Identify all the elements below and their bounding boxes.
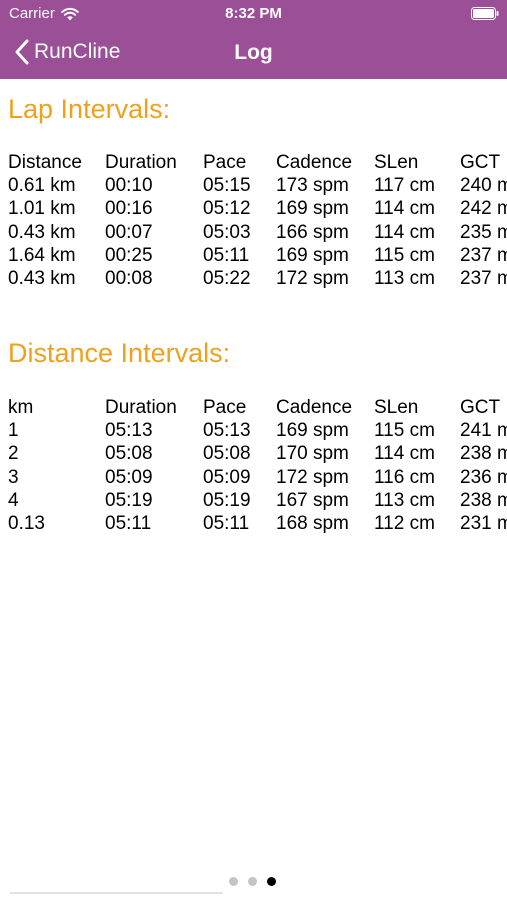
table-cell: 05:11 [203,512,250,534]
table-cell: 05:13 [105,420,153,442]
table-cell: 0.43 km [8,221,76,243]
column-header: SLen [374,397,419,418]
status-time: 8:32 PM [225,5,282,22]
table-cell: 236 ms [460,466,507,488]
table-cell: 05:15 [203,175,251,197]
page-dot[interactable] [248,877,257,886]
table-cell: 05:22 [203,267,251,289]
column-header: Cadence [276,397,353,418]
table-cell: 05:13 [203,420,251,442]
table-cell: 05:08 [105,443,153,465]
table-cell: 113 cm [374,267,435,289]
table-cell: 114 cm [374,198,435,220]
column-header: GCT [460,152,501,173]
table-cell: 05:11 [105,512,152,534]
table-cell: 170 spm [276,443,349,465]
table-cell: 0.61 km [8,175,76,197]
column-header: GCT [460,397,501,418]
table-cell: 237 ms [460,267,507,289]
table-cell: 114 cm [374,221,435,243]
table-cell: 173 spm [276,175,349,197]
table-cell: 169 spm [276,420,349,442]
table-cell: 2 [8,443,19,465]
table-cell: 117 cm [374,175,435,197]
column-header: Pace [203,397,247,418]
table-cell: 00:10 [105,175,153,197]
table-cell: 237 ms [460,244,507,266]
table-cell: 1.01 km [8,198,76,220]
table-cell: 05:09 [105,466,153,488]
column-header: Distance [8,152,82,173]
table-cell: 05:19 [203,489,251,511]
table-cell: 172 spm [276,466,349,488]
table-cell: 4 [8,489,19,511]
column-header: Cadence [276,152,353,173]
lap-intervals-title: Lap Intervals: [8,94,171,124]
table-cell: 114 cm [374,443,435,465]
table-cell: 0.43 km [8,267,76,289]
column-header: km [8,397,34,418]
distance-intervals-title: Distance Intervals: [8,338,231,368]
table-cell: 05:12 [203,198,251,220]
page-title: Log [234,41,273,64]
table-cell: 1.64 km [8,244,76,266]
table-cell: 115 cm [374,420,435,442]
table-cell: 168 spm [276,512,349,534]
column-header: Pace [203,152,247,173]
table-cell: 00:25 [105,244,153,266]
column-header: SLen [374,152,419,173]
status-bar: Carrier 8:32 PM [0,0,507,28]
table-cell: 169 spm [276,198,349,220]
table-cell: 112 cm [374,512,435,534]
table-cell: 3 [8,466,19,488]
header: Carrier 8:32 PM RunCline Log [0,0,507,79]
table-cell: 238 ms [460,489,507,511]
table-cell: 00:08 [105,267,153,289]
table-cell: 166 spm [276,221,349,243]
table-cell: 115 cm [374,244,435,266]
column-header: Duration [105,152,177,173]
table-cell: 1 [8,420,19,442]
table-cell: 05:03 [203,221,251,243]
page-dot-current[interactable] [267,877,276,886]
page-dot[interactable] [229,877,238,886]
table-cell: 167 spm [276,489,349,511]
scroll-indicator [10,892,223,894]
table-cell: 241 ms [460,420,507,442]
table-cell: 0.13 [8,512,45,534]
table-cell: 169 spm [276,244,349,266]
table-cell: 116 cm [374,466,435,488]
table-cell: 240 ms [460,175,507,197]
table-cell: 242 ms [460,198,507,220]
table-cell: 238 ms [460,443,507,465]
table-cell: 05:19 [105,489,153,511]
table-cell: 05:08 [203,443,251,465]
table-cell: 00:07 [105,221,153,243]
table-cell: 05:09 [203,466,251,488]
column-header: Duration [105,397,177,418]
table-cell: 231 ms [460,512,507,534]
table-cell: 113 cm [374,489,435,511]
battery-icon [471,7,499,20]
page-control[interactable] [229,877,276,886]
table-cell: 172 spm [276,267,349,289]
table-cell: 235 ms [460,221,507,243]
navigation-bar: RunCline Log [0,28,507,79]
table-cell: 05:11 [203,244,250,266]
table-cell: 00:16 [105,198,153,220]
